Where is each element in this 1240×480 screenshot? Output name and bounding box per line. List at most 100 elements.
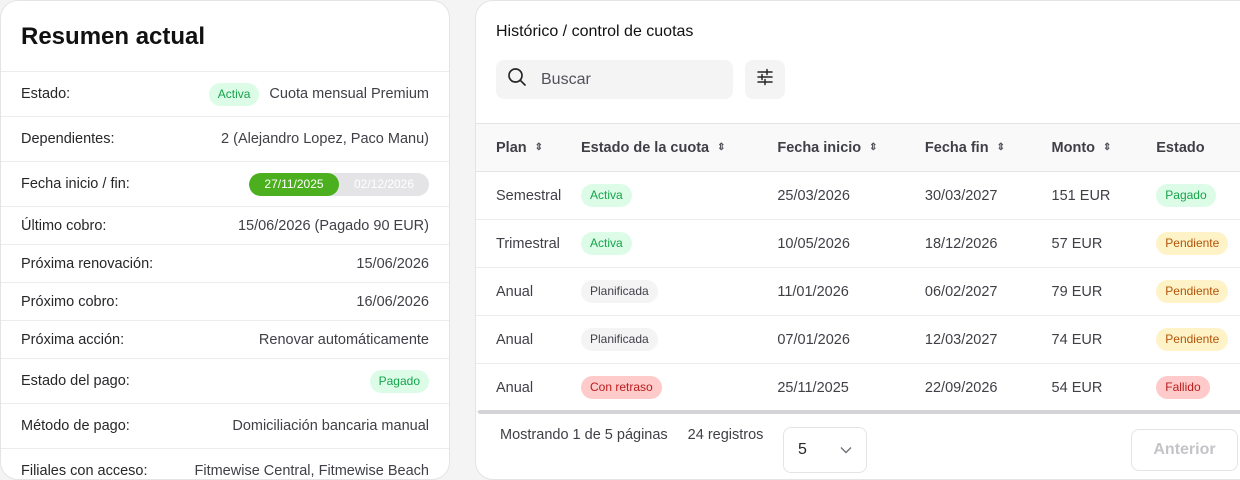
cell-text: Trimestral	[496, 235, 560, 252]
cell-text: Anual	[496, 283, 534, 300]
fecha-fin: 02/12/2026	[353, 177, 415, 191]
history-card: Histórico / control de cuotas Plan⇕ Esta…	[475, 0, 1240, 480]
search-icon	[507, 67, 527, 92]
column-header[interactable]: Estado de la cuota ⇕	[580, 123, 778, 172]
table-cell: 10/05/2026	[777, 219, 925, 268]
table-footer: Mostrando 1 de 5 páginas 24 registros	[500, 427, 763, 443]
status-badge: Planificada	[580, 328, 658, 351]
status-badge: Fallido	[1156, 376, 1210, 399]
table-cell: 07/01/2026	[777, 315, 925, 364]
history-title: Histórico / control de cuotas	[496, 23, 694, 40]
status-badge: Pendiente	[1156, 280, 1229, 303]
table-cell: 06/02/2027	[924, 267, 1052, 316]
horizontal-scrollbar[interactable]	[478, 410, 1240, 414]
sort-icon: ⇕	[869, 142, 878, 154]
summary-title: Resumen actual	[21, 23, 206, 50]
cell-text: 25/03/2026	[777, 187, 850, 204]
table-cell: Activa	[580, 219, 778, 268]
table-row[interactable]: Anual Con retraso 25/11/2025 22/09/2026 54 E…	[476, 363, 1240, 412]
proximo-cobro-label: Próximo cobro:	[21, 293, 119, 310]
sort-icon: ⇕	[996, 142, 1005, 154]
status-badge: Planificada	[580, 280, 658, 303]
row-estado: Estado: Activa Cuota mensual Premium	[1, 71, 449, 116]
table-cell: Pagado	[1156, 171, 1240, 220]
cell-text: 57 EUR	[1051, 235, 1103, 252]
records-count: 24 registros	[687, 427, 764, 443]
table-cell: Planificada	[580, 267, 778, 316]
row-proximo-cobro: Próximo cobro: 16/06/2026	[1, 282, 449, 320]
filter-button[interactable]	[745, 60, 785, 99]
date-range-bar: 27/11/2025 02/12/2026	[249, 172, 429, 196]
table-cell: Planificada	[580, 315, 778, 364]
search-input[interactable]	[541, 70, 711, 89]
cell-text: Anual	[496, 379, 534, 396]
table-cell: 74 EUR	[1051, 315, 1157, 364]
row-dependientes: Dependientes: 2 (Alejandro Lopez, Paco M…	[1, 116, 449, 161]
estado-value: Cuota mensual Premium	[269, 86, 429, 102]
table-cell: Pendiente	[1156, 219, 1240, 268]
table-row[interactable]: Anual Planificada 07/01/2026 12/03/2027 74 E…	[476, 315, 1240, 364]
table-cell: Semestral	[476, 171, 581, 220]
table-row[interactable]: Anual Planificada 11/01/2026 06/02/2027 79 E…	[476, 267, 1240, 316]
cell-text: Anual	[496, 331, 534, 348]
table-row[interactable]: Semestral Activa 25/03/2026 30/03/2027 151 E…	[476, 171, 1240, 220]
proxima-renovacion-label: Próxima renovación:	[21, 255, 154, 272]
filiales-label: Filiales con acceso:	[21, 463, 148, 479]
cell-text: 25/11/2025	[777, 379, 849, 396]
history-table: Plan ⇕ Estado de la cuota ⇕ Fecha inicio ⇕ …	[476, 123, 1240, 412]
table-cell: Anual	[476, 315, 581, 364]
table-header: Plan ⇕ Estado de la cuota ⇕ Fecha inicio ⇕ …	[476, 123, 1240, 172]
proxima-accion-value: Renovar automáticamente	[258, 331, 429, 348]
previous-page-button[interactable]: Anterior	[1131, 429, 1238, 471]
table-cell: Con retraso	[580, 363, 778, 412]
pages-info: Mostrando 1 de 5 páginas	[500, 427, 668, 443]
page-size-select[interactable]: 5	[783, 427, 867, 473]
page-size-value: 5	[798, 441, 807, 458]
metodo-pago-label: Método de pago:	[21, 418, 130, 434]
sort-icon: ⇕	[1103, 142, 1112, 154]
chevron-down-icon	[840, 441, 852, 459]
ultimo-cobro-value: 15/06/2026 (Pagado 90 EUR)	[237, 217, 429, 234]
table-cell: 11/01/2026	[777, 267, 925, 316]
status-badge: Activa	[580, 232, 632, 255]
status-badge: Activa	[580, 184, 632, 207]
cell-text: 79 EUR	[1051, 283, 1103, 300]
proximo-cobro-value: 16/06/2026	[356, 293, 429, 310]
table-cell: Anual	[476, 267, 581, 316]
table-cell: Activa	[580, 171, 778, 220]
table-cell: 30/03/2027	[924, 171, 1052, 220]
status-badge: Pendiente	[1156, 328, 1229, 351]
table-cell: 57 EUR	[1051, 219, 1157, 268]
estado-pago-label: Estado del pago:	[21, 373, 130, 389]
table-cell: Trimestral	[476, 219, 581, 268]
row-metodo-pago: Método de pago: Domiciliación bancaria m…	[1, 403, 449, 448]
table-cell: 54 EUR	[1051, 363, 1157, 412]
fecha-inicio: 27/11/2025	[249, 172, 339, 196]
cell-text: 22/09/2026	[924, 379, 998, 396]
filiales-value: Fitmewise Central, Fitmewise Beach	[194, 463, 430, 479]
column-header[interactable]: Monto ⇕	[1051, 123, 1157, 172]
cell-text: 10/05/2026	[777, 235, 850, 252]
column-header[interactable]: Fecha fin ⇕	[924, 123, 1052, 172]
column-header[interactable]: Plan ⇕	[476, 123, 581, 172]
estado-pago-badge: Pagado	[369, 369, 429, 393]
status-badge: Pagado	[1156, 184, 1216, 207]
estado-badge: Activa	[208, 82, 260, 106]
table-cell: 25/03/2026	[777, 171, 925, 220]
table-row[interactable]: Trimestral Activa 10/05/2026 18/12/2026 57 E…	[476, 219, 1240, 268]
column-header[interactable]: Estado	[1156, 123, 1240, 172]
sliders-icon	[756, 68, 774, 91]
cell-text: 18/12/2026	[924, 235, 998, 252]
cell-text: 74 EUR	[1051, 331, 1103, 348]
cell-text: 07/01/2026	[777, 331, 850, 348]
cell-text: 12/03/2027	[924, 331, 998, 348]
fecha-label: Fecha inicio / fin:	[21, 176, 130, 192]
column-header[interactable]: Fecha inicio ⇕	[777, 123, 925, 172]
search-box[interactable]	[496, 60, 733, 99]
table-cell: 151 EUR	[1051, 171, 1157, 220]
cell-text: 151 EUR	[1051, 187, 1111, 204]
sort-icon: ⇕	[717, 142, 726, 154]
table-cell: 22/09/2026	[924, 363, 1052, 412]
cell-text: 11/01/2026	[777, 283, 849, 300]
cell-text: Semestral	[496, 187, 562, 204]
